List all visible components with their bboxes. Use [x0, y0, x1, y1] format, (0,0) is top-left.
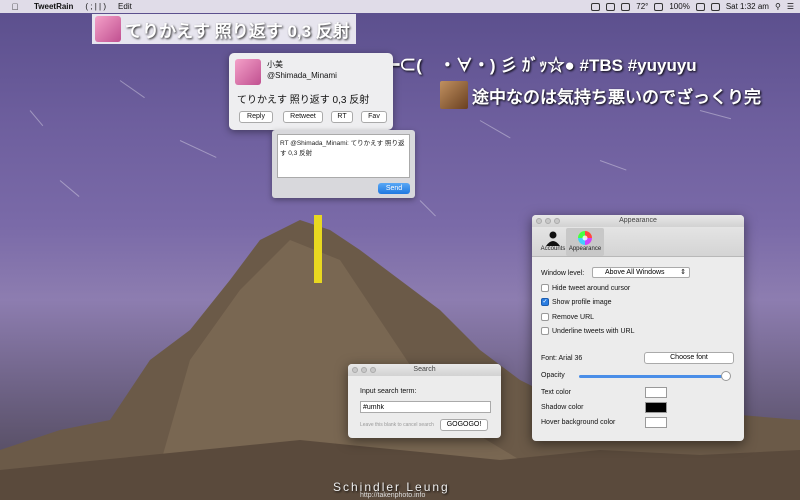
- close-icon[interactable]: [352, 367, 358, 373]
- person-icon: [545, 230, 561, 246]
- gogogo-button[interactable]: GOGOGO!: [440, 419, 488, 431]
- underline-row[interactable]: Underline tweets with URL: [541, 327, 634, 335]
- color-wheel-icon: [577, 230, 593, 246]
- tweet-banner[interactable]: 途中なのは気持ち悪いのでざっくり完: [440, 80, 761, 110]
- wifi-icon[interactable]: [654, 2, 664, 11]
- battery-icon[interactable]: [695, 2, 705, 11]
- dropbox-icon[interactable]: [591, 2, 601, 11]
- menu-emote[interactable]: ( ; | | ): [85, 2, 106, 11]
- text-color-label: Text color: [541, 389, 571, 396]
- choose-font-button[interactable]: Choose font: [644, 352, 734, 364]
- headphones-icon[interactable]: [621, 2, 631, 11]
- search-hint: Leave this blank to cancel search: [360, 422, 434, 428]
- hide-tweet-row[interactable]: Hide tweet around cursor: [541, 284, 630, 292]
- menu-app-name[interactable]: TweetRain: [34, 2, 73, 11]
- hover-bg-color-well[interactable]: [645, 417, 667, 428]
- window-level-select[interactable]: Above All Windows ⇕: [592, 267, 690, 278]
- tab-label: Accounts: [540, 246, 566, 252]
- battery-label[interactable]: 100%: [669, 2, 689, 11]
- tweet-banner[interactable]: ■━⊂( ・∀・) 彡 ｶﾞｯ☆● #TBS #yuyuyu: [372, 52, 697, 75]
- checkbox-label: Remove URL: [552, 313, 595, 321]
- font-label: Font: Arial 36: [541, 355, 583, 362]
- profile-image: [95, 16, 121, 42]
- show-profile-row[interactable]: ✓ Show profile image: [541, 298, 612, 306]
- text-color-well[interactable]: [645, 387, 667, 398]
- appearance-window: Appearance Accounts Appearance Window le…: [532, 215, 744, 441]
- zoom-icon[interactable]: [370, 367, 376, 373]
- checkbox-label: Show profile image: [552, 298, 612, 306]
- show-profile-checkbox[interactable]: ✓: [541, 298, 549, 306]
- shadow-color-well[interactable]: [645, 402, 667, 413]
- search-window: Search Input search term: Leave this bla…: [348, 364, 501, 438]
- tweet-text: ■━⊂( ・∀・) 彡 ｶﾞｯ☆● #TBS #yuyuyu: [372, 55, 697, 75]
- tweet-banner[interactable]: てりかえす 照り返す 0,3 反射: [92, 14, 356, 44]
- fav-button[interactable]: Fav: [361, 111, 387, 123]
- user-name: 小美: [267, 60, 283, 69]
- search-icon[interactable]: ⚲: [775, 2, 781, 11]
- profile-image: [235, 59, 261, 85]
- zoom-icon[interactable]: [554, 218, 560, 224]
- send-button[interactable]: Send: [378, 183, 410, 194]
- tweet-popover: 小美 @Shimada_Minami てりかえす 照り返す 0,3 反射 Rep…: [229, 53, 393, 130]
- user-handle[interactable]: @Shimada_Minami: [267, 71, 337, 80]
- remove-url-checkbox[interactable]: [541, 313, 549, 321]
- tweet-text: 途中なのは気持ち悪いのでざっくり完: [472, 87, 761, 107]
- profile-image: [440, 81, 468, 109]
- reply-button[interactable]: Reply: [239, 111, 273, 123]
- clock-label[interactable]: Sat 1:32 am: [726, 2, 769, 11]
- tab-appearance[interactable]: Appearance: [566, 228, 604, 256]
- opacity-slider-track[interactable]: [579, 375, 725, 378]
- checkbox-label: Underline tweets with URL: [552, 327, 635, 335]
- apple-icon[interactable]: : [8, 2, 22, 12]
- reply-textarea[interactable]: RT @Shimada_Minami: てりかえす 照り返す 0,3 反射: [277, 134, 410, 178]
- tweet-text: てりかえす 照り返す 0,3 反射: [125, 21, 350, 41]
- hover-bg-color-label: Hover background color: [541, 419, 616, 426]
- hide-tweet-checkbox[interactable]: [541, 284, 549, 292]
- close-icon[interactable]: [536, 218, 542, 224]
- minimize-icon[interactable]: [545, 218, 551, 224]
- search-titlebar[interactable]: Search: [348, 364, 501, 376]
- preferences-toolbar: Accounts Appearance: [532, 227, 744, 257]
- window-title: Search: [413, 366, 436, 373]
- menu-bar:  TweetRain ( ; | | ) Edit 72° 100% Sat …: [0, 0, 800, 13]
- search-input[interactable]: [360, 401, 491, 413]
- window-level-label: Window level:: [541, 270, 585, 277]
- calendar-icon[interactable]: [606, 2, 616, 11]
- underline-checkbox[interactable]: [541, 327, 549, 335]
- reply-panel: RT @Shimada_Minami: てりかえす 照り返す 0,3 反射 Se…: [272, 130, 415, 198]
- search-label: Input search term:: [360, 388, 417, 395]
- appearance-titlebar[interactable]: Appearance: [532, 215, 744, 227]
- select-value: Above All Windows: [605, 269, 665, 276]
- temperature-label[interactable]: 72°: [636, 2, 648, 11]
- tab-label: Appearance: [568, 246, 602, 252]
- opacity-label: Opacity: [541, 372, 565, 379]
- retweet-button[interactable]: Retweet: [283, 111, 323, 123]
- chevron-updown-icon: ⇕: [680, 269, 686, 276]
- shadow-color-label: Shadow color: [541, 404, 584, 411]
- tweet-text: てりかえす 照り返す 0,3 反射: [237, 95, 370, 106]
- checkbox-label: Hide tweet around cursor: [552, 284, 631, 292]
- remove-url-row[interactable]: Remove URL: [541, 313, 594, 321]
- menu-list-icon[interactable]: ☰: [787, 2, 794, 11]
- window-title: Appearance: [619, 217, 657, 224]
- rt-button[interactable]: RT: [331, 111, 353, 123]
- opacity-slider-knob[interactable]: [721, 371, 731, 381]
- minimize-icon[interactable]: [361, 367, 367, 373]
- flag-icon[interactable]: [710, 2, 720, 11]
- menu-edit[interactable]: Edit: [118, 2, 132, 11]
- photo-credit-url: http://takenphoto.info: [360, 492, 426, 499]
